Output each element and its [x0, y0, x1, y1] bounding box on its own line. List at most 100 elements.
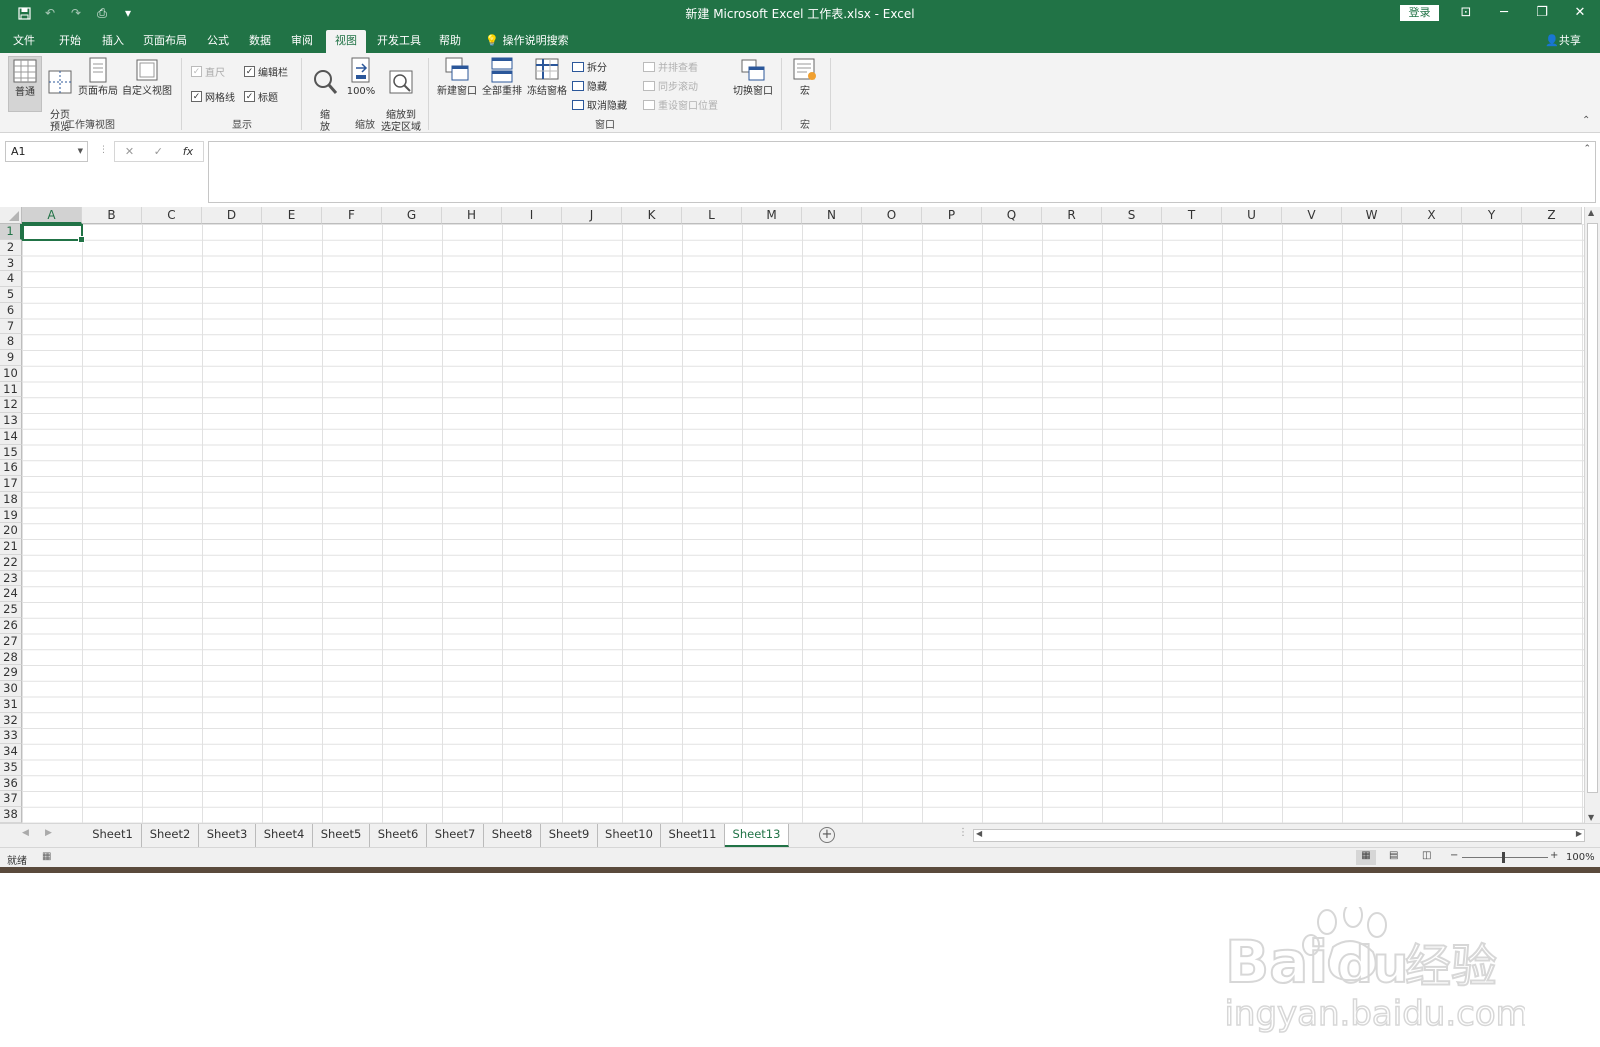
row-header-16[interactable]: 16: [0, 460, 22, 477]
row-header-18[interactable]: 18: [0, 491, 22, 508]
view-side-by-side-button[interactable]: 并排查看: [643, 59, 698, 74]
close-icon[interactable]: ✕: [1565, 3, 1595, 23]
column-header-t[interactable]: T: [1162, 207, 1222, 224]
row-header-3[interactable]: 3: [0, 255, 22, 272]
row-header-2[interactable]: 2: [0, 239, 22, 256]
ribbon-display-icon[interactable]: ⊡: [1451, 3, 1481, 23]
ruler-checkbox[interactable]: ✓ 直尺: [191, 64, 225, 79]
tab-page-layout[interactable]: 页面布局: [140, 30, 190, 53]
tab-developer[interactable]: 开发工具: [376, 30, 422, 53]
column-header-p[interactable]: P: [922, 207, 982, 224]
page-break-status-icon[interactable]: ◫: [1422, 850, 1431, 861]
row-header-30[interactable]: 30: [0, 681, 22, 697]
zoom-button[interactable]: 缩 放: [310, 56, 340, 134]
column-header-y[interactable]: Y: [1462, 207, 1522, 224]
scroll-up-icon[interactable]: ▲: [1588, 208, 1594, 217]
column-header-e[interactable]: E: [262, 207, 322, 224]
column-header-b[interactable]: B: [82, 207, 142, 224]
row-header-26[interactable]: 26: [0, 618, 22, 634]
cancel-icon[interactable]: ✕: [125, 145, 134, 158]
split-button[interactable]: 拆分: [572, 59, 607, 74]
row-header-13[interactable]: 13: [0, 413, 22, 429]
zoom-slider[interactable]: [1462, 857, 1548, 858]
row-header-15[interactable]: 15: [0, 444, 22, 461]
row-header-9[interactable]: 9: [0, 350, 22, 366]
row-header-11[interactable]: 11: [0, 381, 22, 398]
sync-scroll-button[interactable]: 同步滚动: [643, 78, 698, 93]
row-header-21[interactable]: 21: [0, 539, 22, 555]
row-header-12[interactable]: 12: [0, 397, 22, 414]
zoom-slider-thumb[interactable]: [1502, 852, 1505, 863]
tab-data[interactable]: 数据: [246, 30, 274, 53]
zoom-100-button[interactable]: 100%: [345, 56, 377, 98]
column-header-u[interactable]: U: [1222, 207, 1282, 224]
enter-icon[interactable]: ✓: [154, 145, 163, 158]
cell-area[interactable]: [22, 224, 1584, 823]
row-header-31[interactable]: 31: [0, 696, 22, 713]
normal-view-button[interactable]: 普通: [8, 56, 42, 112]
zoom-out-icon[interactable]: −: [1450, 850, 1458, 861]
formula-input[interactable]: ⌃: [208, 141, 1596, 203]
tab-view[interactable]: 视图: [326, 30, 366, 53]
row-header-35[interactable]: 35: [0, 759, 22, 776]
collapse-ribbon-icon[interactable]: ⌃: [1582, 115, 1590, 126]
sheet-tab-sheet6[interactable]: Sheet6: [370, 824, 427, 847]
zoom-in-icon[interactable]: +: [1550, 850, 1558, 861]
tab-formulas[interactable]: 公式: [204, 30, 232, 53]
sheet-tab-sheet4[interactable]: Sheet4: [256, 824, 313, 847]
active-cell[interactable]: [22, 224, 85, 243]
tab-file[interactable]: 文件: [10, 30, 38, 53]
sheet-tab-sheet2[interactable]: Sheet2: [142, 824, 199, 847]
row-header-34[interactable]: 34: [0, 744, 22, 760]
horizontal-scrollbar[interactable]: ◀ ▶: [973, 829, 1585, 842]
headings-checkbox[interactable]: ✓ 标题: [244, 89, 278, 104]
row-header-1[interactable]: 1: [0, 224, 22, 240]
column-header-l[interactable]: L: [682, 207, 742, 224]
sheet-tab-sheet3[interactable]: Sheet3: [199, 824, 256, 847]
row-header-29[interactable]: 29: [0, 665, 22, 682]
chevron-down-icon[interactable]: ▼: [78, 142, 83, 161]
scroll-right-icon[interactable]: ▶: [1576, 829, 1582, 838]
row-header-33[interactable]: 33: [0, 728, 22, 745]
minimize-icon[interactable]: ─: [1489, 3, 1519, 23]
tab-review[interactable]: 审阅: [288, 30, 316, 53]
formula-bar-checkbox[interactable]: ✓ 编辑栏: [244, 64, 288, 79]
row-header-20[interactable]: 20: [0, 523, 22, 540]
sheet-tab-sheet5[interactable]: Sheet5: [313, 824, 370, 847]
column-header-i[interactable]: I: [502, 207, 562, 224]
zoom-level[interactable]: 100%: [1566, 852, 1595, 863]
select-all-corner[interactable]: [0, 207, 22, 224]
row-header-5[interactable]: 5: [0, 287, 22, 303]
prev-sheet-icon[interactable]: ◀: [22, 828, 29, 838]
column-header-a[interactable]: A: [22, 207, 82, 224]
column-header-d[interactable]: D: [202, 207, 262, 224]
new-window-button[interactable]: 新建窗口: [435, 56, 479, 98]
page-layout-status-icon[interactable]: ▤: [1389, 850, 1398, 861]
next-sheet-icon[interactable]: ▶: [45, 828, 52, 838]
sheet-tab-sheet11[interactable]: Sheet11: [661, 824, 725, 847]
column-header-k[interactable]: K: [622, 207, 682, 224]
macro-record-icon[interactable]: ▦: [42, 851, 51, 862]
row-header-25[interactable]: 25: [0, 602, 22, 618]
row-header-28[interactable]: 28: [0, 649, 22, 666]
row-header-10[interactable]: 10: [0, 365, 22, 382]
row-header-37[interactable]: 37: [0, 791, 22, 808]
switch-windows-button[interactable]: 切换窗口: [731, 56, 775, 98]
column-header-n[interactable]: N: [802, 207, 862, 224]
column-header-q[interactable]: Q: [982, 207, 1042, 224]
scroll-down-icon[interactable]: ▼: [1588, 813, 1594, 822]
freeze-panes-button[interactable]: 冻结窗格: [525, 56, 569, 98]
column-header-r[interactable]: R: [1042, 207, 1102, 224]
row-header-32[interactable]: 32: [0, 712, 22, 729]
row-header-19[interactable]: 19: [0, 507, 22, 524]
row-header-24[interactable]: 24: [0, 586, 22, 603]
column-header-x[interactable]: X: [1402, 207, 1462, 224]
column-header-c[interactable]: C: [142, 207, 202, 224]
column-header-w[interactable]: W: [1342, 207, 1402, 224]
tab-home[interactable]: 开始: [56, 30, 84, 53]
sheet-tab-sheet9[interactable]: Sheet9: [541, 824, 598, 847]
tell-me-search[interactable]: 💡 操作说明搜索: [482, 30, 572, 53]
column-header-h[interactable]: H: [442, 207, 502, 224]
column-header-s[interactable]: S: [1102, 207, 1162, 224]
restore-icon[interactable]: ❐: [1527, 3, 1557, 23]
